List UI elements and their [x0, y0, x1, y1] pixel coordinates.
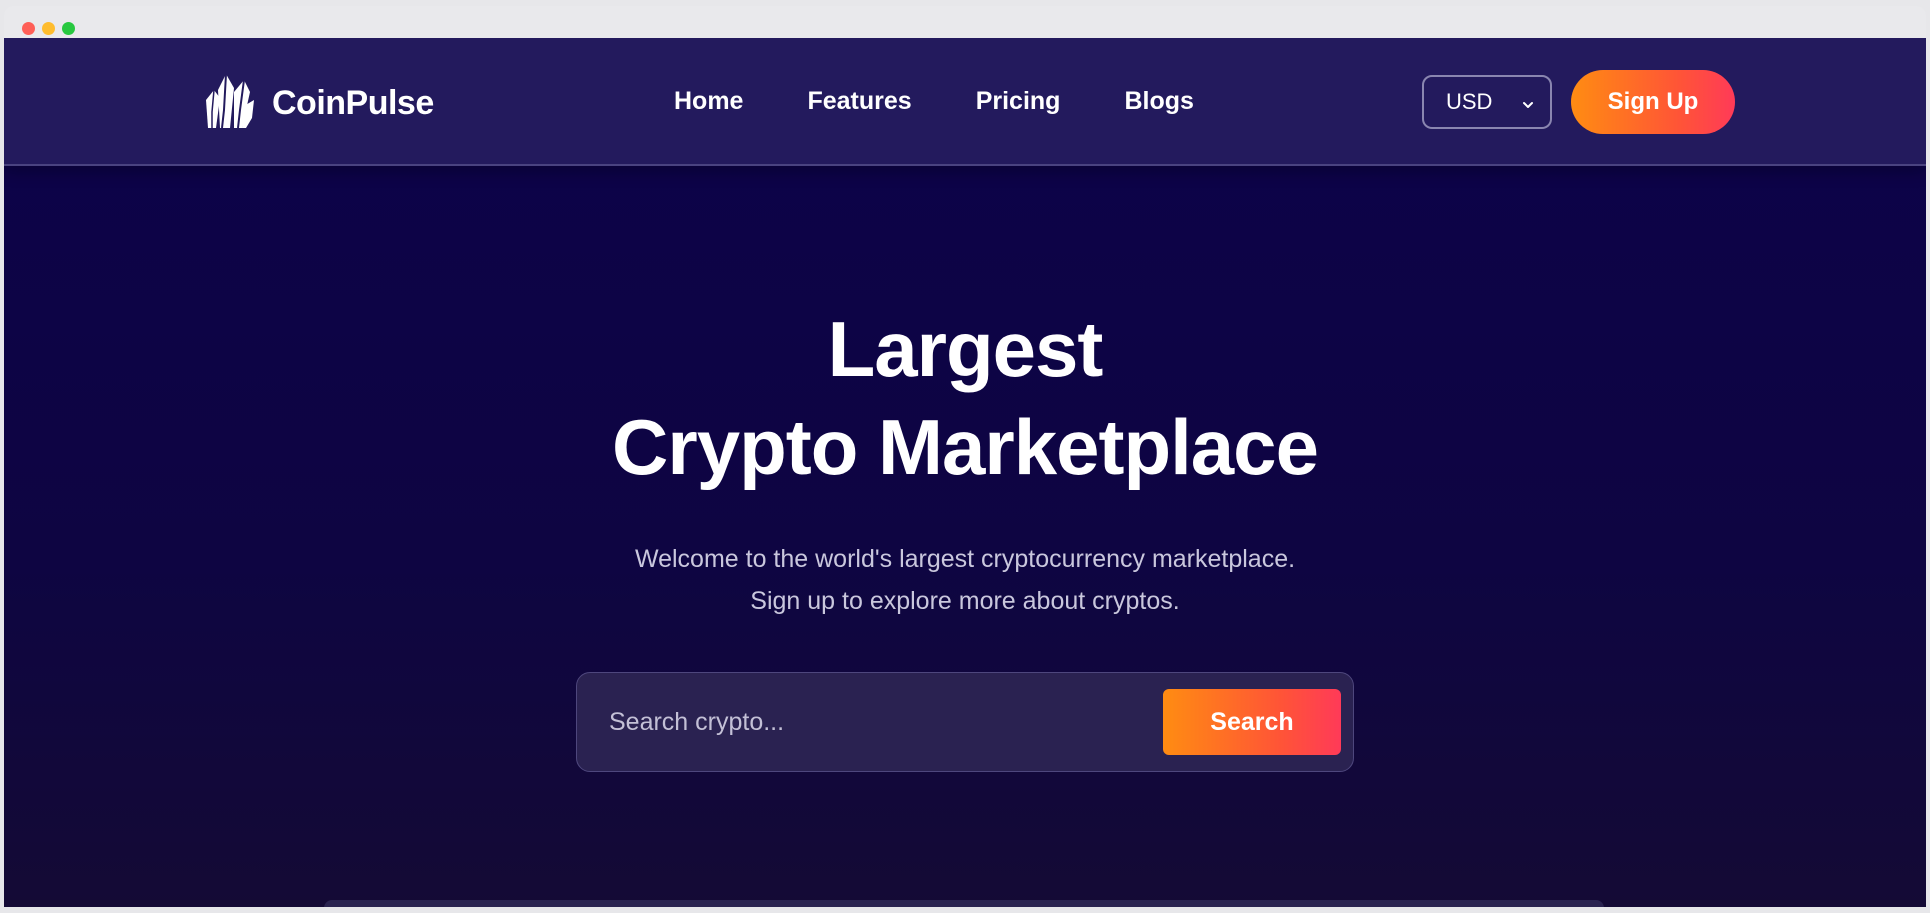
currency-value: USD [1446, 89, 1493, 114]
maximize-window-dot[interactable] [62, 22, 75, 35]
page-viewport: CoinPulse Home Features Pricing Blogs US… [4, 38, 1926, 907]
chevron-down-icon [1520, 93, 1536, 109]
navbar: CoinPulse Home Features Pricing Blogs US… [4, 38, 1926, 166]
hero-title: Largest Crypto Marketplace [4, 300, 1926, 496]
nav-home[interactable]: Home [674, 84, 743, 118]
search-input[interactable] [581, 677, 1121, 767]
currency-select[interactable]: USD [1422, 75, 1552, 129]
next-section-edge [324, 900, 1604, 907]
hero-subtitle-line1: Welcome to the world's largest cryptocur… [634, 545, 1296, 573]
crystal-icon [200, 70, 256, 137]
nav-features[interactable]: Features [807, 84, 911, 118]
search-bar: Search [576, 672, 1354, 772]
browser-chrome [4, 6, 1926, 38]
logo[interactable]: CoinPulse [200, 72, 434, 134]
nav-blogs[interactable]: Blogs [1124, 84, 1193, 118]
hero-title-line2: Crypto Marketplace [612, 403, 1319, 491]
brand-name: CoinPulse [272, 83, 434, 122]
main-nav: Home Features Pricing Blogs [674, 84, 1258, 118]
search-button[interactable]: Search [1163, 689, 1341, 755]
sign-up-button[interactable]: Sign Up [1571, 70, 1735, 134]
close-window-dot[interactable] [22, 22, 35, 35]
minimize-window-dot[interactable] [42, 22, 55, 35]
hero-subtitle-line2: Sign up to explore more about cryptos. [750, 587, 1180, 615]
hero-title-line1: Largest [827, 305, 1104, 393]
nav-pricing[interactable]: Pricing [976, 84, 1061, 118]
hero-subtitle: Welcome to the world's largest cryptocur… [4, 538, 1926, 622]
